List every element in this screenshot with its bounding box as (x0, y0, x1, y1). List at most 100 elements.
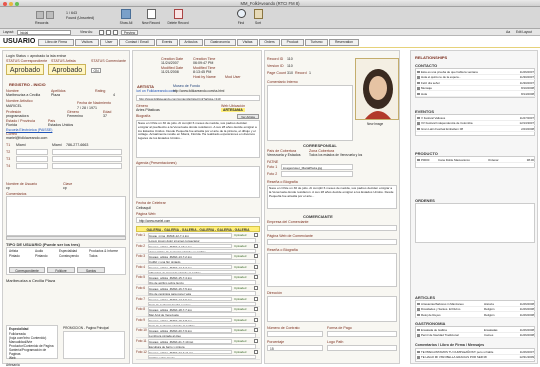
tab-turismo[interactable]: Turismo (305, 39, 328, 46)
artista-url-field[interactable]: http://www.folklaveando.com/content/arti… (136, 95, 260, 101)
estado-field[interactable]: Florida (6, 123, 17, 127)
text-format-button[interactable]: Aa (506, 30, 510, 34)
nombre-artistico-field[interactable]: MARICEL (6, 104, 22, 108)
promo-field[interactable] (63, 331, 125, 359)
status-comerciante-value[interactable]: ON (91, 68, 101, 73)
phone-city2-field[interactable]: Miami (52, 143, 62, 147)
tab-contact-email[interactable]: Contact / Email (119, 39, 155, 46)
apellidos-field[interactable]: Plaza (51, 93, 91, 97)
agenda-field[interactable] (136, 166, 260, 198)
uploaded-checkbox[interactable] (254, 339, 258, 343)
tab-orders[interactable]: Orders (259, 39, 280, 46)
comentarios-field[interactable] (6, 196, 126, 236)
tab-user[interactable]: User (100, 39, 118, 46)
phone-field[interactable] (52, 163, 122, 169)
tipo-checkbox-santos[interactable]: Santos (77, 267, 105, 273)
genero-field[interactable]: Femenino (67, 114, 83, 118)
layout-select[interactable]: Inicial (17, 30, 71, 35)
portal-row[interactable]: TE HAGO MI VISN BELLA GRACIAS POR SER MI… (416, 355, 536, 361)
ver-artista-button[interactable]: Ver Artista (237, 114, 259, 119)
uploaded-checkbox[interactable] (254, 264, 258, 269)
portal-row[interactable]: P0000 Cana Doble Macuarénco Ordenar 38.00 (416, 157, 536, 163)
foto-path-field[interactable]: Images_artista_ZMAK-19-7-8.jpg (148, 317, 232, 323)
empresa-field[interactable] (267, 225, 397, 231)
portal-row[interactable]: Hola 8/14/2008 (416, 91, 536, 97)
foto2-field[interactable] (281, 171, 353, 177)
portal-row[interactable]: Gran Latin Festival Embellem 08 2/23/2008 (416, 126, 536, 132)
fecha-nacimiento-field[interactable]: 7 / 28 / 1971 (77, 106, 97, 110)
view-list-icon[interactable] (106, 30, 111, 35)
uploaded-checkbox[interactable] (254, 275, 258, 280)
porcentaje-field[interactable]: 15 (267, 345, 323, 351)
sort-button[interactable]: Sort (251, 9, 265, 27)
foto-path-field[interactable]: Images_artista_ZMAK-15-7-4.jpg (148, 275, 232, 280)
foto-path-field[interactable]: Images_artista_ZMAK-16-7-5.jpg (148, 286, 232, 291)
comentario-interno-field[interactable] (267, 85, 353, 141)
phone-field[interactable] (16, 156, 48, 162)
uploaded-checkbox[interactable] (254, 328, 258, 333)
numero-contrato-field[interactable] (267, 331, 323, 337)
logo-path-field[interactable] (327, 345, 397, 351)
biografia-field[interactable]: Nace en Chile un 30 de julio. Al cumplir… (136, 120, 260, 158)
tab-articulos[interactable]: Artículos (179, 39, 203, 46)
uploaded-checkbox[interactable] (254, 286, 258, 290)
view-form-icon[interactable] (99, 30, 104, 35)
show-all-button[interactable]: Show All (118, 9, 134, 27)
email-field[interactable]: mariel@folklaveando.com (6, 136, 47, 140)
view-table-icon[interactable] (113, 30, 118, 35)
phone-field[interactable] (52, 149, 122, 155)
record-nav-left-icon[interactable] (36, 11, 44, 19)
foto-caption-field[interactable]: Lumbrera pintada al óleo (148, 333, 256, 338)
tipo-checkbox-folklore[interactable]: Folklore (47, 267, 75, 273)
foto-path-field[interactable]: Image_mma_ZMAK-12-7-1.jpg (148, 233, 232, 238)
comentarios-scrollbar[interactable] (6, 236, 126, 240)
foto-caption-field[interactable]: Escultura de barro y pintura (148, 344, 256, 349)
foto-caption-field[interactable]: Caja de cerámica hecha a mano (148, 301, 256, 307)
uploaded-checkbox[interactable] (254, 317, 258, 322)
zona-cobertura-field[interactable]: Todos los estados de Venezuela y los (309, 153, 362, 157)
foto-caption-field[interactable]: Jesus Cristo de ceramica pintado en acrí… (148, 248, 256, 254)
foto-path-field[interactable]: Images_artista_ZMAK-18-7-7.jpg (148, 307, 232, 312)
profile-photo[interactable] (355, 58, 399, 120)
uploaded-checkbox[interactable] (254, 349, 258, 354)
nombre-field[interactable]: Maribeuziza a Cecilia (6, 93, 50, 97)
foto-path-field[interactable]: Images_artista_ZMAK-14-7-3.jpg (148, 264, 232, 270)
foto-caption-field[interactable]: Caja de cerámica pintada al acrílico (148, 322, 256, 328)
url-field[interactable]: http://www.folklaveando.com/ss.html (173, 89, 224, 93)
phone-field[interactable] (16, 163, 48, 169)
foto-path-field[interactable]: Images_artista_ZMAK-2-19-1.jpg (148, 243, 232, 249)
clave-field[interactable]: cp (63, 186, 67, 190)
uploaded-checkbox[interactable] (254, 307, 258, 312)
fecha-celebrar-field[interactable]: Ceibaquil (136, 206, 151, 210)
foto-path-field[interactable]: Images_artista_ZMAK-17-7-6.jpg (148, 296, 232, 302)
edit-layout-button[interactable]: Edit Layout (516, 30, 532, 34)
pagina-web-field[interactable]: http://www.mariel.com (136, 217, 260, 223)
web-ubicacion-field[interactable]: ARTESANIA (221, 108, 245, 112)
phone-field[interactable] (16, 149, 48, 155)
uploaded-checkbox[interactable] (254, 233, 258, 237)
tipo-checkbox-correspondiente[interactable]: Correspondiente (9, 267, 45, 273)
phone-number-field[interactable]: 786-277-6663 (66, 143, 88, 147)
tab-visitors[interactable]: Visitors (75, 39, 99, 46)
url-link[interactable]: /url on Folklaveando.com (136, 89, 175, 93)
foto-caption-field[interactable]: Mar Azul de Venezuela (148, 312, 256, 317)
foto-caption-field[interactable]: Acrílico sobre lienzo (148, 354, 256, 360)
phone-city-field[interactable]: Miami (16, 143, 26, 147)
pais-cobertura-field[interactable]: Venezuela y Estados (267, 153, 301, 157)
pagina-web-comerciante-field[interactable] (267, 239, 397, 245)
uploaded-checkbox[interactable] (254, 243, 258, 248)
edad-field[interactable]: 37 (103, 114, 107, 118)
tab-reservation[interactable]: Reservation (329, 39, 359, 46)
tab-gastronomia[interactable]: Gastronomía (204, 39, 236, 46)
delete-record-button[interactable]: Delete Record (167, 9, 189, 27)
rating-field[interactable]: 4 (113, 93, 115, 97)
foto-path-field[interactable]: Images_artista_ZMAK-20-7-9.jpg (148, 328, 232, 333)
new-record-button[interactable]: New Record (140, 9, 162, 27)
foto-caption-field[interactable]: Lorem ipsum dolor sit amet consectetur (148, 238, 256, 243)
status-correspondiente-value[interactable]: Aprobado (6, 64, 44, 75)
forma-pago-field[interactable] (327, 331, 397, 337)
resena-comerciante-field[interactable] (267, 253, 397, 287)
foto-path-field[interactable]: Images_artista_ZMAK-22-7-11.jpg (148, 349, 232, 355)
uploaded-checkbox[interactable] (254, 254, 258, 259)
record-nav-right-icon[interactable] (46, 11, 54, 19)
